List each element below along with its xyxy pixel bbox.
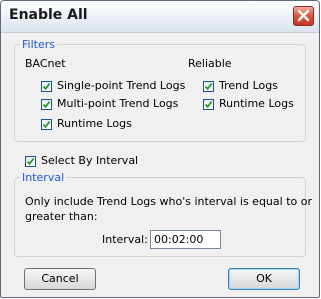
checkmark-icon	[42, 121, 51, 129]
close-icon	[297, 9, 310, 22]
bacnet-heading: BACnet	[25, 57, 66, 70]
single-point-trend-logs-checkbox[interactable]	[41, 81, 52, 92]
interval-input[interactable]: 00:02:00	[150, 230, 221, 249]
window-title: Enable All	[9, 7, 88, 23]
filters-legend: Filters	[22, 38, 55, 51]
select-by-interval-label[interactable]: Select By Interval	[41, 154, 138, 167]
interval-description-line1: Only include Trend Logs who's interval i…	[25, 195, 312, 208]
checkmark-icon	[204, 101, 213, 109]
title-bar[interactable]: Enable All	[1, 1, 319, 33]
close-button[interactable]	[293, 6, 314, 26]
dialog-window: Enable All Filters BACnet Reliable Singl…	[0, 0, 320, 298]
checkmark-icon	[204, 83, 213, 91]
interval-description-line2: greater than:	[25, 210, 98, 223]
interval-field-label: Interval:	[102, 233, 148, 246]
single-point-trend-logs-label[interactable]: Single-point Trend Logs	[57, 79, 185, 92]
reliable-runtime-logs-label[interactable]: Runtime Logs	[219, 97, 294, 110]
multi-point-trend-logs-label[interactable]: Multi-point Trend Logs	[57, 97, 178, 110]
checkmark-icon	[42, 83, 51, 91]
reliable-trend-logs-checkbox[interactable]	[203, 81, 214, 92]
reliable-trend-logs-label[interactable]: Trend Logs	[219, 79, 278, 92]
reliable-heading: Reliable	[188, 57, 232, 70]
cancel-button[interactable]: Cancel	[24, 268, 96, 290]
bacnet-runtime-logs-label[interactable]: Runtime Logs	[57, 117, 132, 130]
reliable-runtime-logs-checkbox[interactable]	[203, 99, 214, 110]
checkmark-icon	[26, 158, 35, 166]
select-by-interval-checkbox[interactable]	[25, 156, 36, 167]
checkmark-icon	[42, 101, 51, 109]
bacnet-runtime-logs-checkbox[interactable]	[41, 119, 52, 130]
ok-button[interactable]: OK	[228, 268, 300, 290]
interval-legend: Interval	[22, 171, 65, 184]
multi-point-trend-logs-checkbox[interactable]	[41, 99, 52, 110]
